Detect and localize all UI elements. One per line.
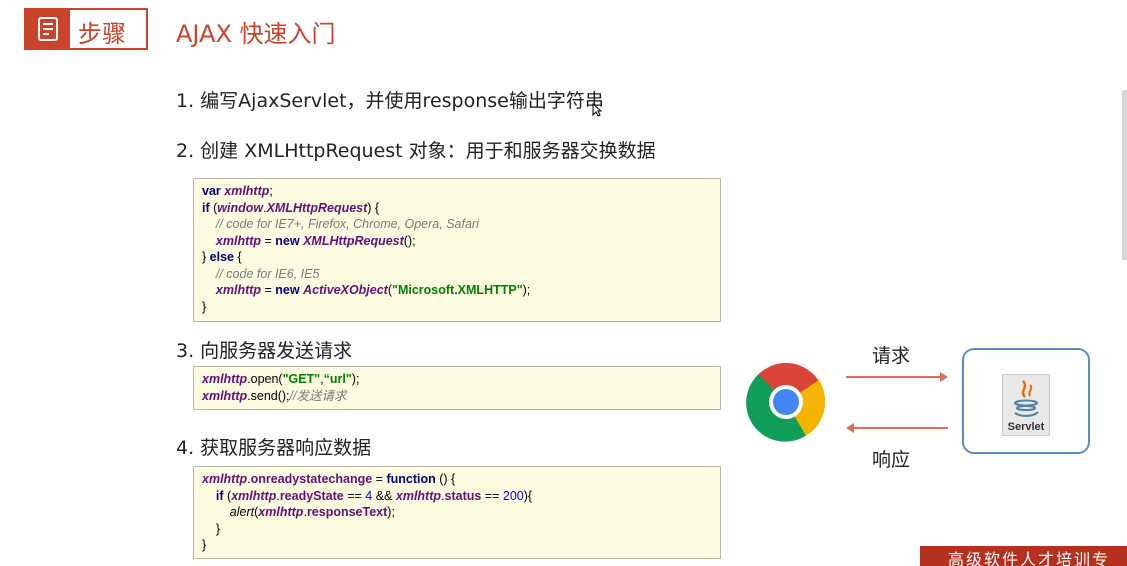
java-icon: Servlet xyxy=(1002,374,1050,436)
slide-header: 步骤 AJAX 快速入门 xyxy=(24,8,1104,50)
footer-banner: 高级软件人才培训专 xyxy=(920,546,1127,566)
request-label: 请求 xyxy=(872,345,911,367)
servlet-label: Servlet xyxy=(1007,421,1045,433)
step-1-label: 1. 编写AjaxServlet，并使用response输出字符串 xyxy=(176,90,604,112)
response-label: 响应 xyxy=(872,449,911,471)
code-line: xmlhttp.open("GET",“url"); xyxy=(202,372,360,386)
code-line: } xyxy=(202,299,207,314)
chrome-icon xyxy=(746,362,826,442)
badge-label: 步骤 xyxy=(78,20,126,48)
code-line: alert(xmlhttp.responseText); xyxy=(229,505,395,519)
step-2-label: 2. 创建 XMLHttpRequest 对象：用于和服务器交换数据 xyxy=(176,140,656,162)
code-line: // code for IE6, IE5 xyxy=(202,266,320,281)
code-line: // code for IE7+, Firefox, Chrome, Opera… xyxy=(202,217,479,231)
code-line: xmlhttp = new ActiveXObject("Microsoft.X… xyxy=(215,283,531,297)
code-block-create: var xmlhttp; if (window.XMLHttpRequest) {… xyxy=(193,178,721,322)
scrollbar[interactable] xyxy=(1122,90,1127,260)
code-line: xmlhttp = new XMLHttpRequest(); xyxy=(215,233,416,248)
footer-banner-text: 高级软件人才培训专 xyxy=(948,550,1111,566)
step-3-label: 3. 向服务器发送请求 xyxy=(176,340,353,362)
code-line: if (window.XMLHttpRequest) { xyxy=(202,200,380,215)
code-block-send: xmlhttp.open("GET",“url"); xmlhttp.send()… xyxy=(193,366,721,410)
step-4-label: 4. 获取服务器响应数据 xyxy=(176,437,372,459)
code-line: } xyxy=(202,538,207,552)
code-line: } else { xyxy=(202,250,242,264)
mouse-cursor-icon xyxy=(592,103,602,117)
request-arrow xyxy=(846,372,948,382)
steps-badge: 步骤 xyxy=(24,8,148,50)
code-line: xmlhttp.onreadystatechange = function ()… xyxy=(202,472,456,486)
code-line: } xyxy=(202,521,221,536)
code-line: if (xmlhttp.readyState == 4 && xmlhttp.s… xyxy=(215,488,533,503)
servlet-server-box: Servlet xyxy=(962,348,1090,454)
document-icon xyxy=(26,10,70,48)
code-line: var xmlhttp; xyxy=(202,184,273,198)
slide-title: AJAX 快速入门 xyxy=(176,20,336,48)
response-arrow xyxy=(846,423,948,433)
code-line: xmlhttp.send();//发送请求 xyxy=(202,388,347,403)
code-block-receive: xmlhttp.onreadystatechange = function ()… xyxy=(193,466,721,559)
